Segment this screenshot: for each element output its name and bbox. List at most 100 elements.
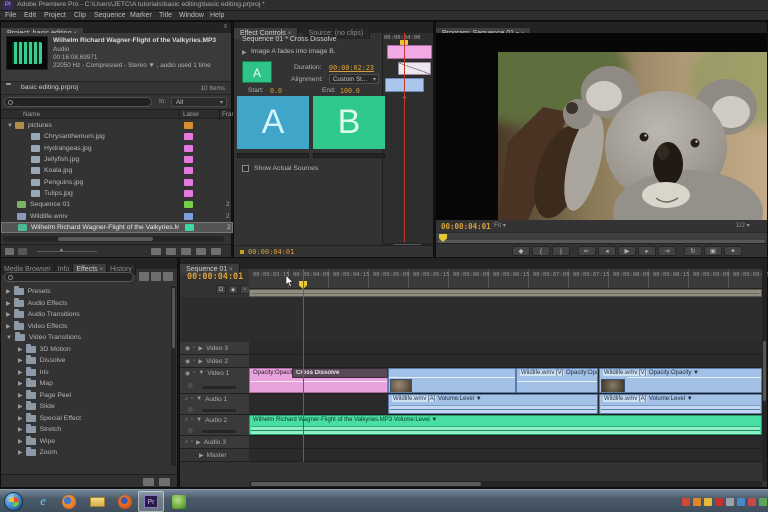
track-header-video3[interactable]: ◉▫▶Video 3: [180, 342, 249, 355]
tray-icon[interactable]: [693, 498, 701, 506]
tray-icon[interactable]: [737, 498, 745, 506]
lane-master[interactable]: [249, 449, 762, 462]
expand-closed-icon[interactable]: ▶: [6, 300, 11, 307]
col-name[interactable]: Name: [23, 111, 40, 118]
expand-closed-icon[interactable]: ▶: [18, 369, 23, 376]
sync-lock-icon[interactable]: ▫: [191, 417, 193, 423]
clip-effect-label[interactable]: Opacity:Opacity ▼: [566, 370, 598, 376]
expand-closed-icon[interactable]: ▶: [18, 392, 23, 399]
track-height-slider[interactable]: [202, 409, 236, 412]
program-scrubber[interactable]: [436, 232, 767, 243]
menu-file[interactable]: File: [5, 12, 16, 19]
step-back-button[interactable]: ◂: [598, 246, 616, 256]
list-item[interactable]: Wildlife.wmv 2: [1, 210, 233, 221]
timeline-vscrollbar[interactable]: [762, 269, 767, 481]
timeline-ruler[interactable]: 00:00:03:15 00:00:04:00 00:00:04:15 00:0…: [249, 269, 762, 289]
clip-effect-label[interactable]: Opacity:Opacity ▼: [649, 370, 699, 376]
go-to-in-button[interactable]: ⇤: [578, 246, 596, 256]
end-value[interactable]: 100.0: [340, 87, 360, 95]
automate-sequence-button[interactable]: [151, 248, 161, 255]
taskbar-ie-icon[interactable]: e: [32, 493, 54, 510]
tray-icon[interactable]: [726, 498, 734, 506]
clip-effect-label[interactable]: Volume:Level ▼: [438, 396, 482, 402]
icon-view-button[interactable]: [18, 248, 27, 255]
filter-in-dropdown[interactable]: All ▾: [171, 97, 227, 107]
track-height-slider[interactable]: [202, 386, 236, 389]
tree-item[interactable]: ▶Page Peel: [1, 390, 173, 402]
scroll-thumb[interactable]: [58, 237, 153, 241]
work-area-bar[interactable]: [249, 289, 762, 297]
list-view-button[interactable]: [5, 248, 14, 255]
zoom-level-dropdown[interactable]: Fit ▾: [494, 222, 506, 229]
tray-icon[interactable]: [748, 498, 756, 506]
loop-button[interactable]: ↻: [684, 246, 702, 256]
expand-open-icon[interactable]: ▼: [6, 335, 12, 341]
tray-icon[interactable]: [759, 498, 767, 506]
menu-project[interactable]: Project: [44, 12, 66, 19]
alignment-dropdown[interactable]: Custom St... ▾: [329, 74, 379, 84]
expand-closed-icon[interactable]: ▶: [18, 426, 23, 433]
track-header-audio2[interactable]: ♪▫▼Audio 2 ◇: [180, 415, 249, 436]
new-custom-bin-button[interactable]: [143, 478, 154, 486]
keyframe-icon[interactable]: ◇: [188, 406, 193, 413]
filter-32bit-icon[interactable]: [151, 272, 161, 281]
expand-closed-icon[interactable]: ▶: [6, 311, 11, 318]
filter-accelerated-icon[interactable]: [139, 272, 149, 281]
mini-transition-clip[interactable]: [398, 62, 431, 75]
list-item[interactable]: Hydrangeas.jpg: [1, 143, 233, 154]
start-value[interactable]: 0.0: [270, 87, 282, 95]
clip-effect-label[interactable]: Volume:Level ▼: [649, 396, 693, 402]
expand-closed-icon[interactable]: ▶: [18, 415, 23, 422]
effect-controls-timecode[interactable]: 00:00:04:01: [248, 248, 294, 256]
sync-lock-icon[interactable]: ▫: [193, 370, 195, 376]
label-chip[interactable]: [184, 190, 193, 197]
go-to-out-button[interactable]: ⇥: [658, 246, 676, 256]
track-header-audio3[interactable]: ♪▫▶Audio 3: [180, 436, 249, 449]
list-item[interactable]: Sequence 01 2: [1, 199, 233, 210]
menu-edit[interactable]: Edit: [24, 12, 36, 19]
clip-name[interactable]: Wilhelm Richard Wagner-Flight of the Val…: [253, 417, 392, 423]
tree-item[interactable]: ▶Map: [1, 378, 173, 390]
sync-lock-icon[interactable]: ▫: [193, 358, 195, 364]
mini-playhead-line[interactable]: [404, 33, 405, 242]
add-marker-button[interactable]: ◆: [512, 246, 530, 256]
delete-custom-item-button[interactable]: [159, 478, 170, 486]
duration-value[interactable]: 00:00:02:23: [329, 64, 374, 72]
tray-icon[interactable]: [682, 498, 690, 506]
clip-name[interactable]: Wildlife.wmv [V]: [603, 370, 647, 376]
step-forward-button[interactable]: ▸: [638, 246, 656, 256]
twirl-icon[interactable]: ▶: [242, 49, 247, 56]
menu-marker[interactable]: Marker: [130, 12, 152, 19]
expand-closed-icon[interactable]: ▶: [18, 380, 23, 387]
label-chip[interactable]: [184, 122, 193, 129]
timeline-hscrollbar[interactable]: [249, 481, 762, 487]
new-item-button[interactable]: [196, 248, 206, 255]
list-item[interactable]: Koala.jpg: [1, 165, 233, 176]
expand-closed-icon[interactable]: ▶: [196, 439, 201, 446]
set-marker-button[interactable]: ◆: [228, 285, 238, 294]
expand-closed-icon[interactable]: ▶: [6, 323, 11, 330]
tray-icon[interactable]: [704, 498, 712, 506]
mark-out-button[interactable]: }: [552, 246, 570, 256]
menu-window[interactable]: Window: [179, 12, 204, 19]
tree-item[interactable]: ▶Video Effects: [1, 321, 173, 333]
project-hscrollbar[interactable]: [3, 236, 224, 242]
list-item[interactable]: ▼ pictures: [1, 120, 233, 131]
menu-title[interactable]: Title: [159, 12, 172, 19]
program-timecode[interactable]: 00:00:04:01: [441, 222, 491, 231]
expand-closed-icon[interactable]: ▶: [18, 403, 23, 410]
label-chip[interactable]: [185, 224, 194, 231]
delete-button[interactable]: [211, 248, 221, 255]
clip-wildlife-audio-2[interactable]: Wildlife.wmv [A] Volume:Level ▼: [599, 394, 762, 414]
menu-clip[interactable]: Clip: [74, 12, 86, 19]
list-item[interactable]: Chrysanthemum.jpg: [1, 131, 233, 142]
tree-item[interactable]: ▶Iris: [1, 367, 173, 379]
scroll-thumb[interactable]: [172, 288, 175, 348]
zoom-slider[interactable]: [37, 251, 97, 252]
clip-wagner-audio[interactable]: Wilhelm Richard Wagner-Flight of the Val…: [249, 415, 762, 435]
tree-item[interactable]: ▶3D Motion: [1, 344, 173, 356]
opacity-rubber-band[interactable]: [389, 377, 515, 378]
lane-video2[interactable]: [249, 355, 762, 368]
playback-quality-dropdown[interactable]: 1/2 ▾: [736, 222, 750, 229]
preview-box-b[interactable]: B: [313, 96, 385, 149]
